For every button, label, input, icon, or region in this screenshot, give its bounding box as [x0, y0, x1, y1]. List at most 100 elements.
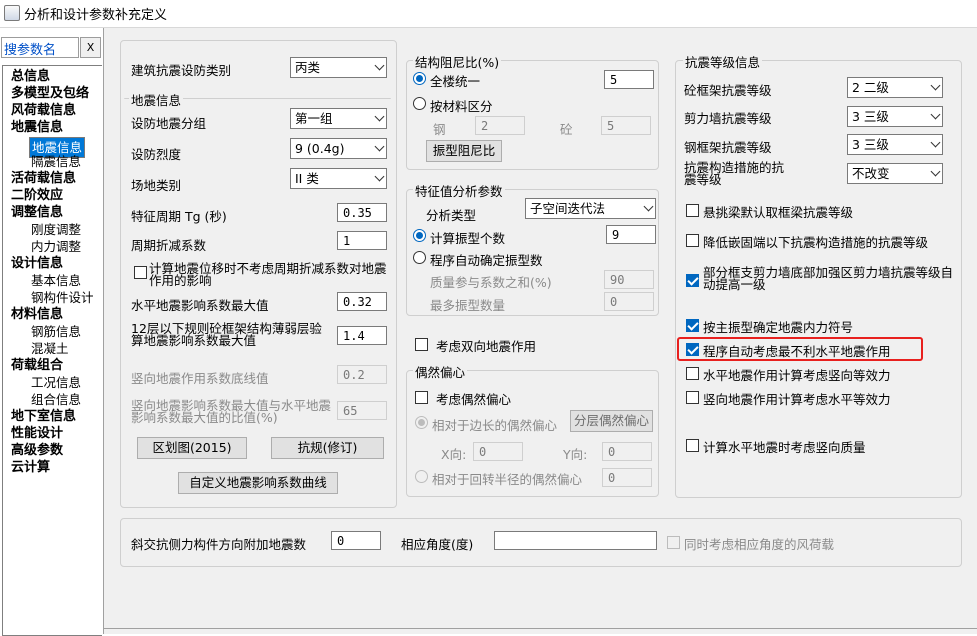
- search-label: 搜参数名: [4, 43, 57, 58]
- radius-ecc-radio[interactable]: [415, 470, 428, 483]
- vertical-ratio-input[interactable]: 65: [337, 401, 387, 420]
- tree-item-concrete[interactable]: 混凝土: [31, 341, 69, 357]
- mode-damping-button[interactable]: 振型阻尼比: [426, 140, 502, 162]
- period-reduce-input[interactable]: 1: [337, 231, 387, 250]
- y-ecc-label: Y向:: [563, 447, 588, 462]
- vertical-floor-input[interactable]: 0.2: [337, 365, 387, 384]
- max-modes-input[interactable]: 0: [604, 292, 654, 311]
- tree-item-cases[interactable]: 工况信息: [31, 375, 81, 391]
- vertical-floor-label: 竖向地震作用系数底线值: [131, 371, 269, 386]
- mode-count-input[interactable]: 9: [606, 225, 656, 244]
- eigen-type-label: 分析类型: [426, 208, 477, 223]
- v-equiv-checkbox[interactable]: [686, 391, 699, 404]
- tree-item-second-order[interactable]: 二阶效应: [11, 188, 63, 204]
- tree-item-general[interactable]: 总信息: [11, 69, 50, 85]
- tree-item-basic[interactable]: 基本信息: [31, 273, 81, 289]
- tree-item-cloud[interactable]: 云计算: [11, 460, 50, 476]
- tg-input[interactable]: 0.35: [337, 203, 387, 222]
- edge-ecc-radio[interactable]: [415, 416, 428, 429]
- tree-item-stiffness[interactable]: 刚度调整: [31, 222, 81, 238]
- partial-frame-checkbox[interactable]: [686, 274, 699, 287]
- damping-whole-input[interactable]: 5: [604, 70, 654, 89]
- weak-layer-input[interactable]: 1.4: [337, 326, 387, 345]
- bidir-checkbox[interactable]: [415, 338, 428, 351]
- tree-item-design[interactable]: 设计信息: [11, 256, 63, 272]
- tree-item-advanced[interactable]: 高级参数: [11, 443, 63, 459]
- main-mode-label: 按主振型确定地震内力符号: [703, 320, 854, 335]
- tree-item-load-combo[interactable]: 荷载组合: [11, 358, 63, 374]
- tree-item-performance[interactable]: 性能设计: [11, 426, 63, 442]
- eigen-title: 特征值分析参数: [413, 181, 505, 200]
- bidir-label: 考虑双向地震作用: [436, 339, 537, 354]
- mode-count-radio[interactable]: [413, 229, 426, 242]
- x-ecc-input[interactable]: 0: [473, 442, 523, 461]
- tg-label: 特征周期 Tg (秒): [131, 209, 227, 224]
- tree-item-live-load[interactable]: 活荷载信息: [11, 171, 76, 187]
- vertical-ratio-label: 竖向地震影响系数最大值与水平地震影响系数最大值的比值(%): [131, 398, 332, 425]
- rc-frame-select[interactable]: 2 二级: [847, 77, 943, 98]
- damping-material-radio[interactable]: [413, 97, 426, 110]
- damping-whole-radio[interactable]: [413, 72, 426, 85]
- angle-input[interactable]: [494, 531, 657, 550]
- alpha-max-label: 水平地震影响系数最大值: [131, 298, 269, 313]
- damping-material-label: 按材料区分: [430, 99, 493, 114]
- tree-item-adjust[interactable]: 调整信息: [11, 205, 63, 221]
- clear-search-button[interactable]: X: [80, 37, 101, 58]
- vertical-mass-checkbox[interactable]: [686, 439, 699, 452]
- grade-title: 抗震等级信息: [683, 52, 763, 71]
- tree-item-combos[interactable]: 组合信息: [31, 392, 81, 408]
- tree-item-rebar[interactable]: 钢筋信息: [31, 324, 81, 340]
- y-ecc-input[interactable]: 0: [602, 442, 652, 461]
- custom-curve-button[interactable]: 自定义地震影响系数曲线: [178, 472, 338, 494]
- auto-mode-radio[interactable]: [413, 251, 426, 264]
- tree-item-wind[interactable]: 风荷载信息: [11, 103, 76, 119]
- damping-title: 结构阻尼比(%): [413, 52, 502, 71]
- site-select[interactable]: II 类: [290, 168, 387, 189]
- oblique-input[interactable]: 0: [331, 531, 381, 550]
- tree-item-steel-design[interactable]: 钢构件设计: [31, 290, 94, 306]
- tree-item-multi-model[interactable]: 多模型及包络: [11, 86, 89, 102]
- detail-grade-label: 抗震构造措施的抗震等级: [684, 160, 785, 187]
- shear-wall-select[interactable]: 3 三级: [847, 106, 943, 127]
- embed-label: 降低嵌固端以下抗震构造措施的抗震等级: [703, 235, 929, 250]
- eigen-type-select[interactable]: 子空间迭代法: [525, 198, 656, 219]
- fortify-category-label: 建筑抗震设防类别: [131, 63, 232, 78]
- radius-ecc-input[interactable]: 0: [602, 468, 652, 487]
- seismic-group-title: 地震信息: [129, 90, 184, 109]
- detail-grade-select[interactable]: 不改变: [847, 163, 943, 184]
- intensity-select[interactable]: 9 (0.4g): [290, 138, 387, 159]
- tree-item-isolation[interactable]: 隔震信息: [31, 154, 81, 170]
- embed-checkbox[interactable]: [686, 234, 699, 247]
- eccentricity-title: 偶然偏心: [413, 362, 468, 381]
- main-mode-checkbox[interactable]: [686, 319, 699, 332]
- steel-label: 钢: [433, 122, 446, 137]
- x-ecc-label: X向:: [441, 447, 467, 462]
- steel-damping-input[interactable]: 2: [475, 116, 525, 135]
- cantilever-checkbox[interactable]: [686, 204, 699, 217]
- wind-angle-checkbox[interactable]: [667, 536, 680, 549]
- partial-frame-label: 部分框支剪力墙底部加强区剪力墙抗震等级自动提高一级: [703, 265, 954, 292]
- alpha-max-input[interactable]: 0.32: [337, 292, 387, 311]
- h-equiv-checkbox[interactable]: [686, 367, 699, 380]
- search-input[interactable]: 搜参数名: [1, 37, 79, 58]
- design-group-select[interactable]: 第一组: [290, 108, 387, 129]
- site-label: 场地类别: [131, 178, 182, 193]
- tree-item-seismic[interactable]: 地震信息: [11, 120, 63, 136]
- ignore-reduce-label: 计算地震位移时不考虑周期折减系数对地震作用的影响: [149, 261, 387, 288]
- tree-item-force-adjust[interactable]: 内力调整: [31, 239, 81, 255]
- v-equiv-label: 竖向地震作用计算考虑水平等效力: [703, 392, 891, 407]
- title-bar: 分析和设计参数补充定义: [0, 0, 977, 28]
- fortify-category-select[interactable]: 丙类: [290, 57, 387, 78]
- concrete-damping-input[interactable]: 5: [601, 116, 651, 135]
- layer-ecc-button[interactable]: 分层偶然偏心: [570, 410, 653, 432]
- ignore-reduce-checkbox[interactable]: [134, 266, 147, 279]
- code-button[interactable]: 抗规(修订): [271, 437, 384, 459]
- steel-frame-select[interactable]: 3 三级: [847, 134, 943, 155]
- tree-item-basement[interactable]: 地下室信息: [11, 409, 76, 425]
- tree-item-material[interactable]: 材料信息: [11, 307, 63, 323]
- zone-map-button[interactable]: 区划图(2015): [137, 437, 247, 459]
- eccentricity-checkbox[interactable]: [415, 391, 428, 404]
- mass-sum-input[interactable]: 90: [604, 270, 654, 289]
- highlight-box: [677, 337, 923, 361]
- vertical-mass-label: 计算水平地震时考虑竖向质量: [703, 440, 866, 455]
